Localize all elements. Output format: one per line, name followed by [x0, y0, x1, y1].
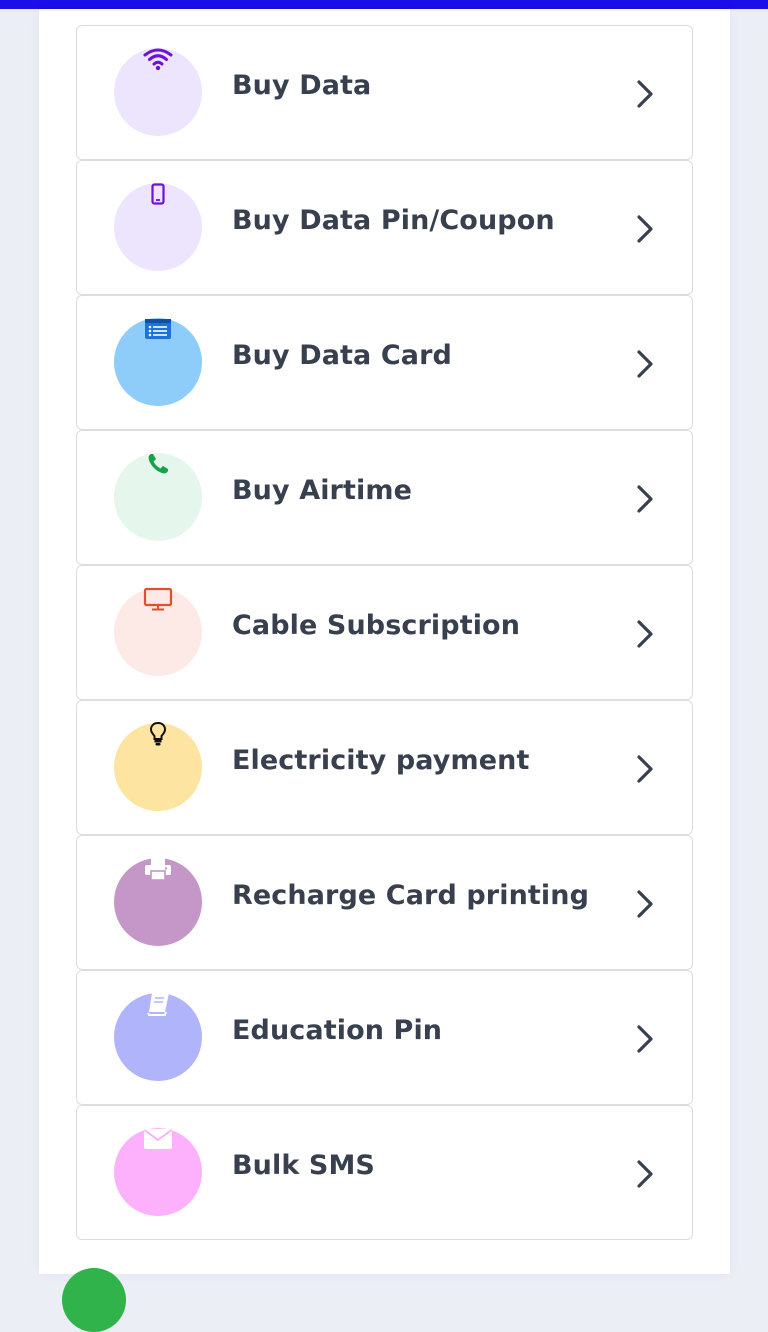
menu-item-cable-subscription[interactable]: Cable Subscription — [76, 565, 693, 700]
menu-item-electricity-payment[interactable]: Electricity payment — [76, 700, 693, 835]
icon-circle — [114, 1128, 202, 1216]
menu-item-buy-airtime[interactable]: Buy Airtime — [76, 430, 693, 565]
mobile-phone-icon — [143, 181, 173, 207]
printer-icon — [143, 856, 173, 882]
menu-item-label: Education Pin — [232, 1015, 443, 1046]
book-icon — [143, 991, 173, 1017]
chevron-right-icon — [637, 215, 653, 243]
menu-item-label: Buy Data — [232, 70, 372, 101]
icon-circle — [114, 453, 202, 541]
chevron-right-icon — [637, 1160, 653, 1188]
menu-item-label: Buy Data Pin/Coupon — [232, 205, 555, 236]
chevron-right-icon — [637, 1025, 653, 1053]
menu-item-label: Cable Subscription — [232, 610, 521, 641]
menu-item-label: Buy Airtime — [232, 475, 412, 506]
menu-item-bulk-sms[interactable]: Bulk SMS — [76, 1105, 693, 1240]
menu-item-education-pin[interactable]: Education Pin — [76, 970, 693, 1105]
chevron-right-icon — [637, 485, 653, 513]
chevron-right-icon — [637, 80, 653, 108]
menu-item-label: Recharge Card printing — [232, 880, 590, 911]
icon-circle — [114, 721, 202, 811]
menu-item-label: Electricity payment — [232, 745, 530, 776]
card-list-icon — [143, 316, 173, 342]
icon-circle — [114, 48, 202, 136]
menu-item-label: Bulk SMS — [232, 1150, 375, 1181]
chevron-right-icon — [637, 620, 653, 648]
icon-circle — [114, 183, 202, 271]
envelope-icon — [143, 1126, 173, 1152]
menu-item-label: Buy Data Card — [232, 340, 452, 371]
icon-circle — [114, 993, 202, 1081]
wifi-icon — [143, 46, 173, 72]
menu-item-buy-data-card[interactable]: Buy Data Card — [76, 295, 693, 430]
chevron-right-icon — [637, 350, 653, 378]
icon-circle — [114, 858, 202, 946]
lightbulb-icon — [143, 721, 173, 747]
menu-item-buy-data[interactable]: Buy Data — [76, 25, 693, 160]
phone-icon — [143, 451, 173, 477]
menu-item-recharge-card-printing[interactable]: Recharge Card printing — [76, 835, 693, 970]
icon-circle — [114, 318, 202, 406]
icon-circle — [114, 586, 202, 676]
chevron-right-icon — [637, 890, 653, 918]
chevron-right-icon — [637, 755, 653, 783]
tv-monitor-icon — [143, 586, 173, 612]
menu-item-buy-data-pin-coupon[interactable]: Buy Data Pin/Coupon — [76, 160, 693, 295]
floating-chat-button[interactable] — [62, 1268, 126, 1332]
services-list: Buy Data Buy Data Pin/Coupon Buy Data Ca… — [76, 25, 693, 1240]
top-app-bar — [0, 0, 768, 9]
